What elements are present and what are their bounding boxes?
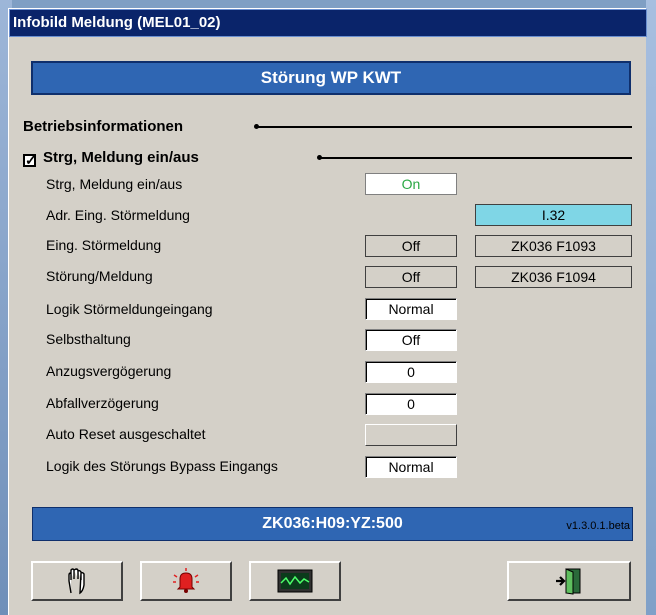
label-stoerung-meldung: Störung/Meldung <box>46 268 153 284</box>
section-divider-2 <box>317 155 632 160</box>
label-logik-bypass: Logik des Störungs Bypass Eingangs <box>46 458 278 474</box>
eing-stoermeldung-address: ZK036 F1093 <box>475 235 632 257</box>
label-strg-meldung: Strg, Meldung ein/aus <box>46 176 183 192</box>
exit-button[interactable] <box>507 561 631 601</box>
hand-button[interactable] <box>31 561 123 601</box>
info-window: Infobild Meldung (MEL01_02) Störung WP K… <box>8 8 647 615</box>
section-divider-1 <box>254 124 632 129</box>
abfallverzoegerung-value[interactable]: 0 <box>365 393 457 415</box>
adr-eing-stoermeldung-value[interactable]: I.32 <box>475 204 632 226</box>
page-title-banner: Störung WP KWT <box>31 61 631 95</box>
label-abfallverzoegerung: Abfallverzögerung <box>46 395 159 411</box>
stoerung-meldung-address: ZK036 F1094 <box>475 266 632 288</box>
auto-reset-button[interactable] <box>365 424 457 446</box>
section-betriebsinformationen: Betriebsinformationen <box>23 118 184 135</box>
exit-door-icon <box>556 568 581 595</box>
label-adr-eing-stoermeldung: Adr. Eing. Störmeldung <box>46 207 190 223</box>
section-strg-meldung: Strg, Meldung ein/aus <box>43 149 199 166</box>
device-id: ZK036:H09:YZ:500 <box>262 515 403 532</box>
device-id-bar: ZK036:H09:YZ:500 v1.3.0.1.beta <box>32 507 633 541</box>
strg-meldung-checkbox[interactable]: ✓ <box>23 153 37 167</box>
anzugsvergoegerung-value[interactable]: 0 <box>365 361 457 383</box>
logik-stoermeldungeingang-value[interactable]: Normal <box>365 298 457 320</box>
trend-button[interactable] <box>249 561 341 601</box>
label-auto-reset: Auto Reset ausgeschaltet <box>46 426 206 442</box>
stoerung-meldung-value: Off <box>365 266 457 288</box>
label-anzugsvergoegerung: Anzugsvergögerung <box>46 363 172 379</box>
label-logik-stoermeldungeingang: Logik Störmeldungeingang <box>46 301 213 317</box>
window-title: Infobild Meldung (MEL01_02) <box>9 9 647 37</box>
alarm-button[interactable] <box>140 561 232 601</box>
alarm-bell-icon <box>173 568 199 593</box>
hand-icon <box>68 568 85 595</box>
label-eing-stoermeldung: Eing. Störmeldung <box>46 237 162 253</box>
trend-monitor-icon <box>277 569 313 593</box>
selbsthaltung-value[interactable]: Off <box>365 329 457 351</box>
desktop-background-right <box>646 0 656 615</box>
eing-stoermeldung-value: Off <box>365 235 457 257</box>
logik-bypass-value[interactable]: Normal <box>365 456 457 478</box>
version-label: v1.3.0.1.beta <box>566 520 630 532</box>
strg-meldung-value[interactable]: On <box>365 173 457 195</box>
label-selbsthaltung: Selbsthaltung <box>46 331 131 347</box>
